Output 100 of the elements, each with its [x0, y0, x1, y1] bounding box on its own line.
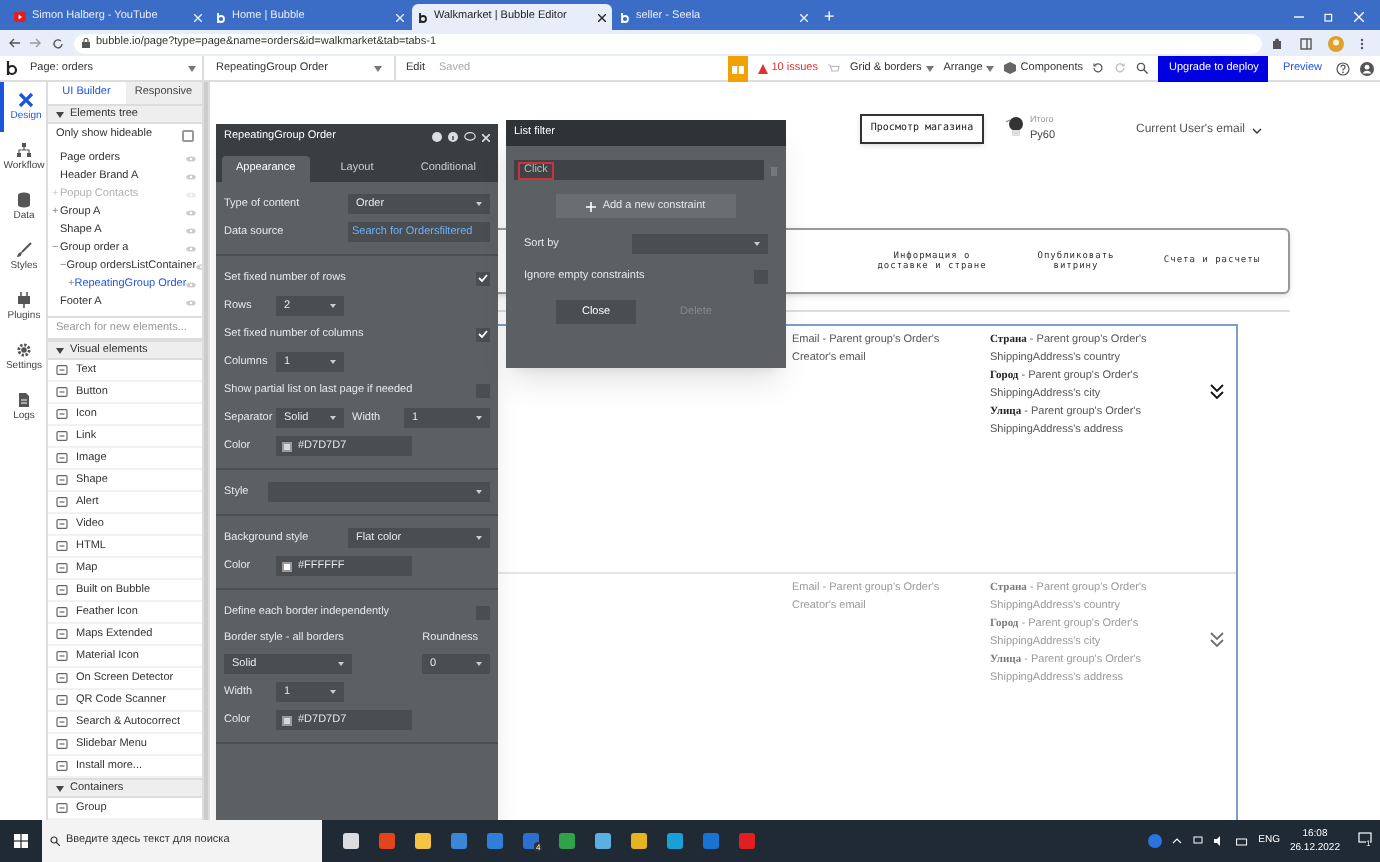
- element-icon: [56, 496, 68, 508]
- caret-icon: [476, 202, 482, 206]
- eye-icon: [186, 300, 196, 306]
- caret-icon: [330, 360, 336, 364]
- sitemap-icon: [16, 142, 32, 158]
- play-icon: [14, 12, 26, 22]
- chevron-up-icon[interactable]: [1172, 838, 1183, 844]
- caret-icon: [476, 416, 482, 420]
- caret-icon: [925, 65, 934, 71]
- element-icon: [56, 474, 68, 486]
- tools-icon: [18, 92, 34, 108]
- eye-icon: [186, 246, 196, 252]
- caret-icon: [374, 65, 382, 71]
- plug-icon: [16, 292, 32, 308]
- gift-icon: [731, 62, 744, 74]
- brush-icon: [16, 242, 32, 258]
- caret-icon: [476, 490, 482, 494]
- element-icon: [56, 716, 68, 728]
- caret-icon: [338, 662, 344, 667]
- cart-icon: [827, 63, 840, 73]
- logo-icon: [216, 11, 226, 23]
- element-icon: [56, 584, 68, 596]
- color-swatch: [282, 715, 292, 726]
- eye-icon: [186, 282, 197, 288]
- document-icon: [16, 392, 32, 408]
- battery-icon[interactable]: [1236, 837, 1249, 845]
- new-tab-button[interactable]: +: [816, 4, 843, 30]
- eye-icon: [186, 174, 196, 180]
- eye-icon: [186, 228, 196, 234]
- element-icon: [56, 606, 68, 618]
- back-arrow-icon[interactable]: [8, 38, 20, 48]
- puzzle-icon[interactable]: [1272, 37, 1284, 49]
- info-icon[interactable]: [448, 132, 458, 142]
- element-icon: [56, 738, 68, 750]
- comment-icon[interactable]: [464, 132, 476, 142]
- color-swatch: [282, 441, 292, 451]
- windows-icon[interactable]: [14, 834, 28, 848]
- close-icon: [1354, 12, 1364, 22]
- eye-icon: [186, 156, 196, 162]
- close-icon[interactable]: [598, 13, 606, 21]
- search-icon[interactable]: [1136, 62, 1149, 74]
- restore-icon: [1324, 12, 1334, 22]
- caret-icon: [330, 304, 336, 308]
- outlook-icon[interactable]: [702, 832, 720, 850]
- caret-icon: [754, 242, 760, 246]
- element-icon: [56, 452, 68, 464]
- caret-icon: [56, 111, 64, 117]
- office-icon[interactable]: [378, 832, 396, 850]
- folder-icon[interactable]: [414, 832, 432, 850]
- search-icon: [50, 836, 60, 846]
- element-icon: [56, 650, 68, 662]
- caret-icon: [476, 662, 482, 667]
- caret-icon: [330, 690, 336, 695]
- element-icon: [56, 540, 68, 552]
- logo-icon: [620, 11, 630, 23]
- database-icon: [16, 192, 32, 208]
- gear-icon: [16, 342, 32, 358]
- lock-icon: [82, 38, 90, 48]
- caret-icon: [330, 416, 336, 420]
- element-icon: [56, 760, 68, 772]
- cube-icon: [1004, 62, 1017, 74]
- mail-icon[interactable]: [486, 832, 504, 850]
- edge-icon[interactable]: [666, 832, 684, 850]
- element-icon: [56, 694, 68, 706]
- help-icon[interactable]: [1148, 834, 1163, 848]
- task-view-icon[interactable]: [342, 832, 360, 850]
- browser-icon[interactable]: [630, 832, 648, 850]
- notification-icon[interactable]: [1358, 831, 1372, 844]
- caret-icon: [188, 65, 196, 71]
- element-icon: [56, 386, 68, 398]
- app-icon[interactable]: [594, 832, 612, 850]
- element-icon: [56, 518, 68, 530]
- element-icon: [56, 562, 68, 574]
- yandex-icon[interactable]: [738, 832, 756, 850]
- element-icon: [56, 672, 68, 684]
- color-swatch: [282, 561, 292, 571]
- logo-icon: [4, 60, 20, 76]
- checkbox[interactable]: [182, 129, 194, 141]
- caret-icon: [56, 785, 64, 791]
- element-icon: [56, 408, 68, 420]
- logo-icon: [418, 11, 428, 23]
- chevron-down-icon: [1251, 128, 1261, 134]
- user-icon[interactable]: [1360, 61, 1374, 75]
- spreadsheet-icon[interactable]: [558, 832, 576, 850]
- store-icon[interactable]: [450, 832, 468, 850]
- element-icon: [56, 802, 68, 814]
- caret-icon: [476, 536, 482, 540]
- warning-icon: [757, 63, 768, 73]
- element-icon: [56, 628, 68, 640]
- element-icon: [56, 364, 68, 376]
- element-icon: [56, 430, 68, 442]
- help-icon[interactable]: [1336, 61, 1350, 75]
- plus-icon: [586, 201, 597, 211]
- minimize-icon: [1294, 12, 1304, 22]
- help-icon[interactable]: [432, 132, 442, 142]
- sidebar-icon[interactable]: [1300, 37, 1312, 49]
- undo-icon[interactable]: [1092, 62, 1105, 74]
- reload-icon[interactable]: [52, 37, 64, 49]
- cart-icon: [1006, 116, 1024, 136]
- network-icon[interactable]: [1192, 836, 1205, 846]
